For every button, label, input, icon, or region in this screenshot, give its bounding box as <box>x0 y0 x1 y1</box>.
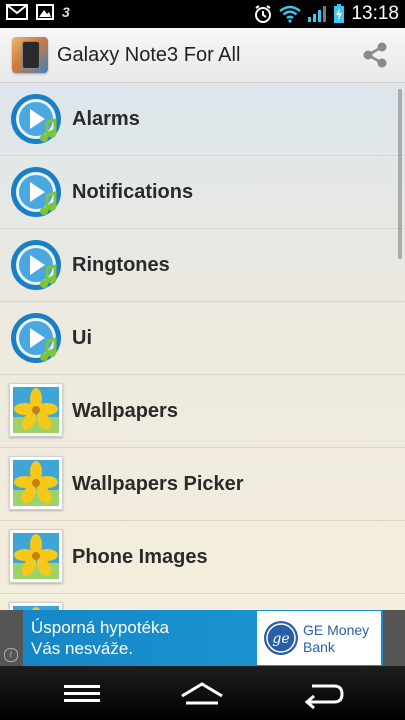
menu-icon[interactable] <box>52 676 112 710</box>
home-icon[interactable] <box>172 676 232 710</box>
list-item-ui[interactable]: Ui <box>0 302 405 375</box>
flower-image-icon <box>9 529 63 583</box>
list-item-wallpapers-picker[interactable]: Wallpapers Picker <box>0 448 405 521</box>
list-item-label: Wallpapers <box>72 400 178 422</box>
picture-icon <box>36 4 54 20</box>
list-item-label: Alarms <box>72 108 140 130</box>
list-item-ringtones[interactable]: Ringtones <box>0 229 405 302</box>
list-item-label: Notifications <box>72 181 194 203</box>
flower-image-icon <box>9 602 63 610</box>
g3-icon: 3 <box>62 4 70 20</box>
list-item-alarms[interactable]: Alarms <box>0 83 405 156</box>
list-item-notifications[interactable]: Notifications <box>0 156 405 229</box>
ge-logo-icon: ge <box>264 621 298 655</box>
app-logo-icon[interactable] <box>12 37 48 73</box>
list-item-partial[interactable] <box>0 594 405 610</box>
ad-brand-line2: Bank <box>303 639 335 655</box>
gmail-icon <box>6 4 28 20</box>
signal-icon <box>308 6 327 22</box>
list-item-phone-images[interactable]: Phone Images <box>0 521 405 594</box>
status-time: 13:18 <box>351 3 399 24</box>
ad-strip: Úsporná hypotéka Vás nesváže. ge GE Mone… <box>0 610 405 666</box>
battery-charging-icon <box>334 4 345 23</box>
ad-brand-box: ge GE Money Bank <box>257 611 381 665</box>
action-bar: Galaxy Note3 For All <box>0 28 405 83</box>
scrollbar[interactable] <box>398 89 402 259</box>
ad-subline: Vás nesváže. <box>31 639 134 658</box>
list-item-label: Ringtones <box>72 254 170 276</box>
list-item-label: Wallpapers Picker <box>72 473 244 495</box>
ad-info-icon[interactable]: i <box>4 648 18 662</box>
content-list-area[interactable]: Alarms Notifications Ringtones Ui Wallpa… <box>0 83 405 610</box>
ad-headline: Úsporná hypotéka <box>31 618 169 637</box>
list-item-label: Ui <box>72 327 92 349</box>
ad-brand-line1: GE Money <box>303 622 370 638</box>
flower-image-icon <box>9 383 63 437</box>
navigation-bar <box>0 666 405 720</box>
audio-play-icon <box>11 167 61 217</box>
status-bar: 3 13:18 <box>0 0 405 28</box>
list-item-label: Phone Images <box>72 546 208 568</box>
alarm-clock-icon <box>255 5 272 23</box>
app-title: Galaxy Note3 For All <box>57 44 241 66</box>
svg-text:ge: ge <box>272 631 289 647</box>
audio-play-icon <box>11 240 61 290</box>
list-item-wallpapers[interactable]: Wallpapers <box>0 375 405 448</box>
wifi-icon <box>279 5 302 23</box>
ad-banner[interactable]: Úsporná hypotéka Vás nesváže. ge GE Mone… <box>23 610 383 666</box>
category-list: Alarms Notifications Ringtones Ui Wallpa… <box>0 83 405 610</box>
flower-image-icon <box>9 456 63 510</box>
audio-play-icon <box>11 94 61 144</box>
share-icon[interactable] <box>359 39 391 71</box>
back-icon[interactable] <box>292 676 352 710</box>
audio-play-icon <box>11 313 61 363</box>
